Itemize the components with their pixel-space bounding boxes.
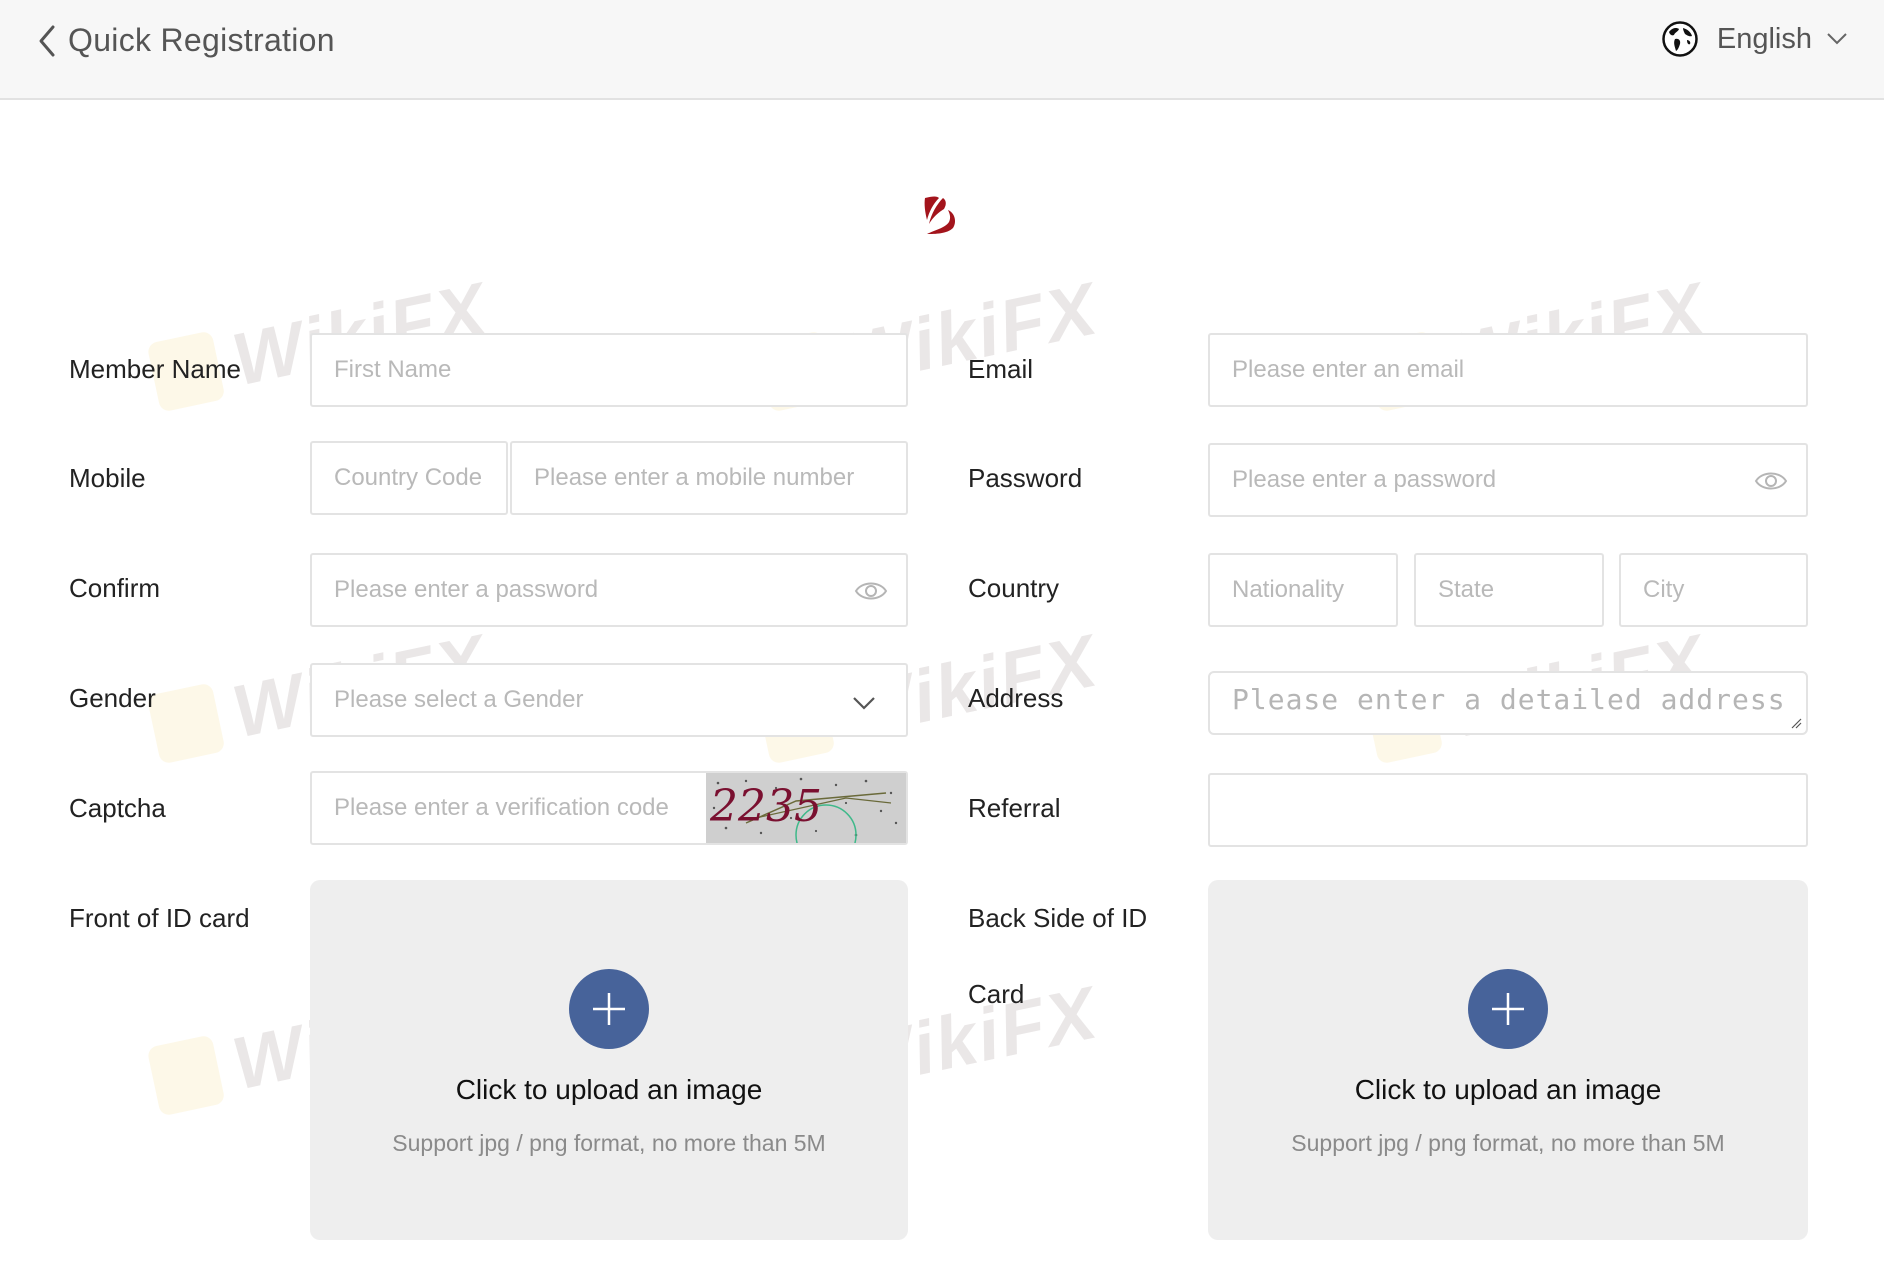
eye-icon[interactable]: [854, 579, 888, 603]
back-button[interactable]: Quick Registration: [36, 22, 335, 59]
upload-hint: Support jpg / png format, no more than 5…: [392, 1130, 826, 1156]
address-textarea[interactable]: [1230, 677, 1806, 729]
chevron-down-icon: [1827, 33, 1847, 45]
referral-field: [1208, 773, 1808, 847]
upload-button[interactable]: [1468, 969, 1548, 1049]
gender-select-input[interactable]: [332, 685, 836, 715]
mobile-label: Mobile: [69, 463, 146, 493]
back-id-upload[interactable]: Click to upload an image Support jpg / p…: [1208, 880, 1808, 1240]
language-selector[interactable]: English: [1661, 20, 1848, 58]
watermark-logo-icon: [146, 1033, 226, 1117]
confirm-label: Confirm: [69, 573, 161, 603]
email-input[interactable]: [1230, 355, 1806, 385]
city-input[interactable]: [1641, 575, 1806, 605]
chevron-down-icon: [853, 697, 875, 710]
captcha-field: 2235: [310, 771, 908, 845]
upload-button[interactable]: [569, 969, 649, 1049]
page-title: Quick Registration: [68, 22, 335, 58]
watermark-logo-icon: [146, 681, 226, 765]
resize-handle-icon[interactable]: [1790, 717, 1802, 729]
state-input[interactable]: [1436, 575, 1602, 605]
email-field: [1208, 333, 1808, 407]
email-label: Email: [968, 354, 1034, 384]
captcha-image[interactable]: 2235: [706, 773, 906, 843]
front-id-upload[interactable]: Click to upload an image Support jpg / p…: [310, 880, 908, 1240]
password-field: [1208, 443, 1808, 517]
plus-icon: [1492, 993, 1524, 1025]
address-field: [1208, 671, 1808, 735]
upload-title: Click to upload an image: [455, 1074, 763, 1105]
language-label: English: [1716, 22, 1812, 55]
captcha-input[interactable]: [332, 793, 706, 823]
confirm-password-field: [310, 553, 908, 627]
front-id-label: Front of ID card: [69, 903, 250, 933]
first-name-input[interactable]: [332, 355, 906, 385]
member-name-label: Member Name: [69, 354, 241, 384]
first-name-field: [310, 333, 908, 407]
country-code-field: [310, 441, 508, 515]
eye-icon[interactable]: [1754, 469, 1788, 493]
state-field: [1414, 553, 1604, 627]
confirm-password-input[interactable]: [332, 575, 836, 605]
gender-label: Gender: [69, 683, 156, 713]
password-label: Password: [968, 463, 1083, 493]
captcha-label: Captcha: [69, 793, 166, 823]
brand-logo-icon: [924, 196, 956, 234]
country-label: Country: [968, 573, 1060, 603]
back-id-label-line1: Back Side of ID: [968, 903, 1148, 933]
captcha-text: 2235: [709, 781, 822, 832]
nationality-field: [1208, 553, 1398, 627]
chevron-left-icon: [39, 25, 55, 56]
country-code-input[interactable]: [332, 463, 506, 493]
password-input[interactable]: [1230, 465, 1734, 495]
city-field: [1619, 553, 1808, 627]
referral-label: Referral: [968, 793, 1061, 823]
gender-select[interactable]: [310, 663, 908, 737]
mobile-number-input[interactable]: [532, 463, 906, 493]
top-bar: Quick Registration English: [0, 0, 1884, 100]
referral-input[interactable]: [1230, 795, 1806, 825]
back-id-label-line2: Card: [968, 979, 1025, 1009]
address-label: Address: [968, 683, 1064, 713]
mobile-number-field: [510, 441, 908, 515]
upload-hint: Support jpg / png format, no more than 5…: [1291, 1130, 1725, 1156]
plus-icon: [593, 993, 625, 1025]
upload-title: Click to upload an image: [1354, 1074, 1662, 1105]
globe-icon: [1662, 21, 1698, 57]
nationality-input[interactable]: [1230, 575, 1396, 605]
